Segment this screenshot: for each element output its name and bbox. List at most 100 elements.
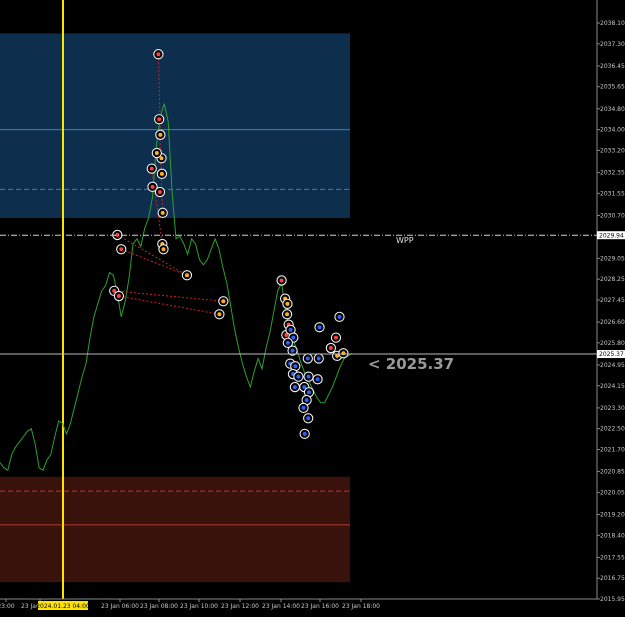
time-tick-label: 23 Jan 12:00 bbox=[221, 603, 259, 610]
trade-marker bbox=[325, 342, 337, 354]
time-tick-label: 23 Jan 10:00 bbox=[180, 603, 218, 610]
trade-marker-dot bbox=[328, 346, 333, 351]
price-tick-label: 2037.30 bbox=[600, 41, 625, 48]
price-tick-label: 2030.70 bbox=[600, 212, 625, 219]
price-tick-label: 2031.55 bbox=[600, 190, 625, 197]
trade-marker-dot bbox=[315, 377, 320, 382]
time-tick-label: 23 Jan 06:00 bbox=[101, 603, 139, 610]
highlight-time-label: 2024.01.23 04:00 bbox=[36, 603, 90, 610]
trade-marker-dot bbox=[302, 431, 307, 436]
trade-marker-dot bbox=[156, 52, 161, 57]
support-zone bbox=[0, 476, 350, 583]
trade-marker bbox=[146, 163, 157, 174]
price-tick-label: 2020.05 bbox=[600, 489, 625, 496]
trade-marker-dot bbox=[306, 374, 311, 379]
price-tick-label: 2020.85 bbox=[600, 469, 625, 476]
trade-marker-dot bbox=[306, 416, 311, 421]
price-axis: 2038.10 2037.30 2036.45 2035.65 2034.80 2034.… bbox=[596, 0, 625, 603]
price-tick-label: 2033.20 bbox=[600, 147, 625, 154]
trade-marker bbox=[330, 332, 342, 343]
price-tick-label: 2027.45 bbox=[600, 297, 625, 304]
trade-marker bbox=[151, 147, 162, 159]
trade-marker-dot bbox=[293, 364, 298, 369]
trade-marker bbox=[154, 186, 166, 198]
trade-marker-dot bbox=[305, 356, 310, 361]
trade-marker-dot bbox=[341, 351, 346, 356]
current-price-value: 2025.37 bbox=[599, 351, 624, 358]
price-tick-label: 2018.40 bbox=[600, 532, 625, 539]
trade-marker bbox=[155, 129, 166, 140]
wpp-label: WPP bbox=[396, 236, 414, 245]
trade-marker-dot bbox=[221, 299, 226, 304]
time-tick-label: 23 Jan 14:00 bbox=[262, 603, 300, 610]
price-tick-label: 2036.45 bbox=[600, 63, 625, 70]
price-tick-label: 2022.50 bbox=[600, 426, 625, 433]
trade-marker-dot bbox=[184, 273, 189, 278]
trade-marker-dot bbox=[119, 247, 124, 252]
current-price-label: < 2025.37 bbox=[368, 355, 454, 373]
price-tick-label: 2023.30 bbox=[600, 405, 625, 412]
trade-marker-dot bbox=[285, 312, 290, 317]
trade-marker bbox=[113, 290, 125, 302]
trade-marker-dot bbox=[304, 398, 309, 403]
price-tick-label: 2035.65 bbox=[600, 84, 625, 91]
trade-marker-dot bbox=[217, 312, 222, 317]
price-tick-label: 2034.80 bbox=[600, 106, 625, 113]
trade-marker bbox=[338, 348, 349, 359]
trade-marker-dot bbox=[292, 385, 297, 390]
trade-marker-dot bbox=[161, 247, 166, 252]
price-tick-label: 2038.10 bbox=[600, 20, 625, 27]
trade-marker bbox=[116, 244, 127, 255]
price-chart[interactable]: 2038.10 2037.30 2036.45 2035.65 2034.80 2034.… bbox=[0, 0, 625, 613]
resistance-zone bbox=[0, 33, 350, 219]
trade-marker-dot bbox=[116, 294, 121, 299]
trade-marker-dot bbox=[290, 348, 295, 353]
trade-marker-dot bbox=[301, 405, 306, 410]
trade-marker-dot bbox=[157, 117, 162, 122]
trade-marker-dot bbox=[150, 184, 155, 189]
time-tick-label: 23 Jan 18:00 bbox=[342, 603, 380, 610]
trade-marker-dot bbox=[159, 171, 164, 176]
trade-marker bbox=[276, 275, 287, 286]
trade-marker bbox=[289, 381, 301, 393]
price-tick-label: 2025.80 bbox=[600, 340, 625, 347]
trade-marker-dot bbox=[154, 151, 159, 156]
trade-marker-dot bbox=[157, 190, 162, 195]
price-tick-label: 2015.95 bbox=[600, 596, 625, 603]
trade-marker-dot bbox=[317, 325, 322, 330]
trade-marker-dot bbox=[158, 132, 163, 137]
trade-marker-dot bbox=[160, 210, 165, 215]
wpp-price-value: 2029.94 bbox=[599, 232, 624, 239]
trade-marker bbox=[214, 309, 225, 320]
trade-marker bbox=[334, 311, 345, 323]
price-tick-label: 2028.25 bbox=[600, 276, 625, 283]
trade-marker bbox=[302, 353, 313, 364]
trade-marker bbox=[303, 413, 314, 424]
time-tick-label: 23:00 bbox=[0, 603, 15, 610]
price-tick-label: 2016.75 bbox=[600, 575, 625, 582]
trade-marker bbox=[158, 244, 169, 255]
trade-marker-dot bbox=[149, 166, 154, 171]
time-tick-label: 23 Jan 08:00 bbox=[140, 603, 178, 610]
price-tick-label: 2032.35 bbox=[600, 170, 625, 177]
price-tick-label: 2026.60 bbox=[600, 319, 625, 326]
price-tick-label: 2024.95 bbox=[600, 362, 625, 369]
trade-marker-dot bbox=[316, 356, 321, 361]
trade-marker bbox=[312, 374, 323, 385]
trade-marker bbox=[157, 207, 168, 218]
trade-marker-dot bbox=[296, 374, 301, 379]
price-tick-label: 2021.70 bbox=[600, 446, 625, 453]
time-tick-label: 23 Jan 16:00 bbox=[301, 603, 339, 610]
trade-marker bbox=[281, 309, 293, 320]
price-tick-label: 2019.20 bbox=[600, 511, 625, 518]
price-tick-label: 2034.00 bbox=[600, 127, 625, 134]
price-tick-label: 2029.05 bbox=[600, 255, 625, 262]
trade-marker bbox=[153, 49, 164, 60]
trade-marker bbox=[282, 298, 293, 309]
chart-canvas[interactable]: 2038.10 2037.30 2036.45 2035.65 2034.80 2034.… bbox=[0, 0, 625, 613]
trade-marker bbox=[298, 402, 309, 414]
trade-marker bbox=[314, 322, 325, 333]
trade-marker-dot bbox=[288, 327, 293, 332]
price-tick-label: 2024.15 bbox=[600, 383, 625, 390]
trade-marker-dot bbox=[285, 340, 290, 345]
